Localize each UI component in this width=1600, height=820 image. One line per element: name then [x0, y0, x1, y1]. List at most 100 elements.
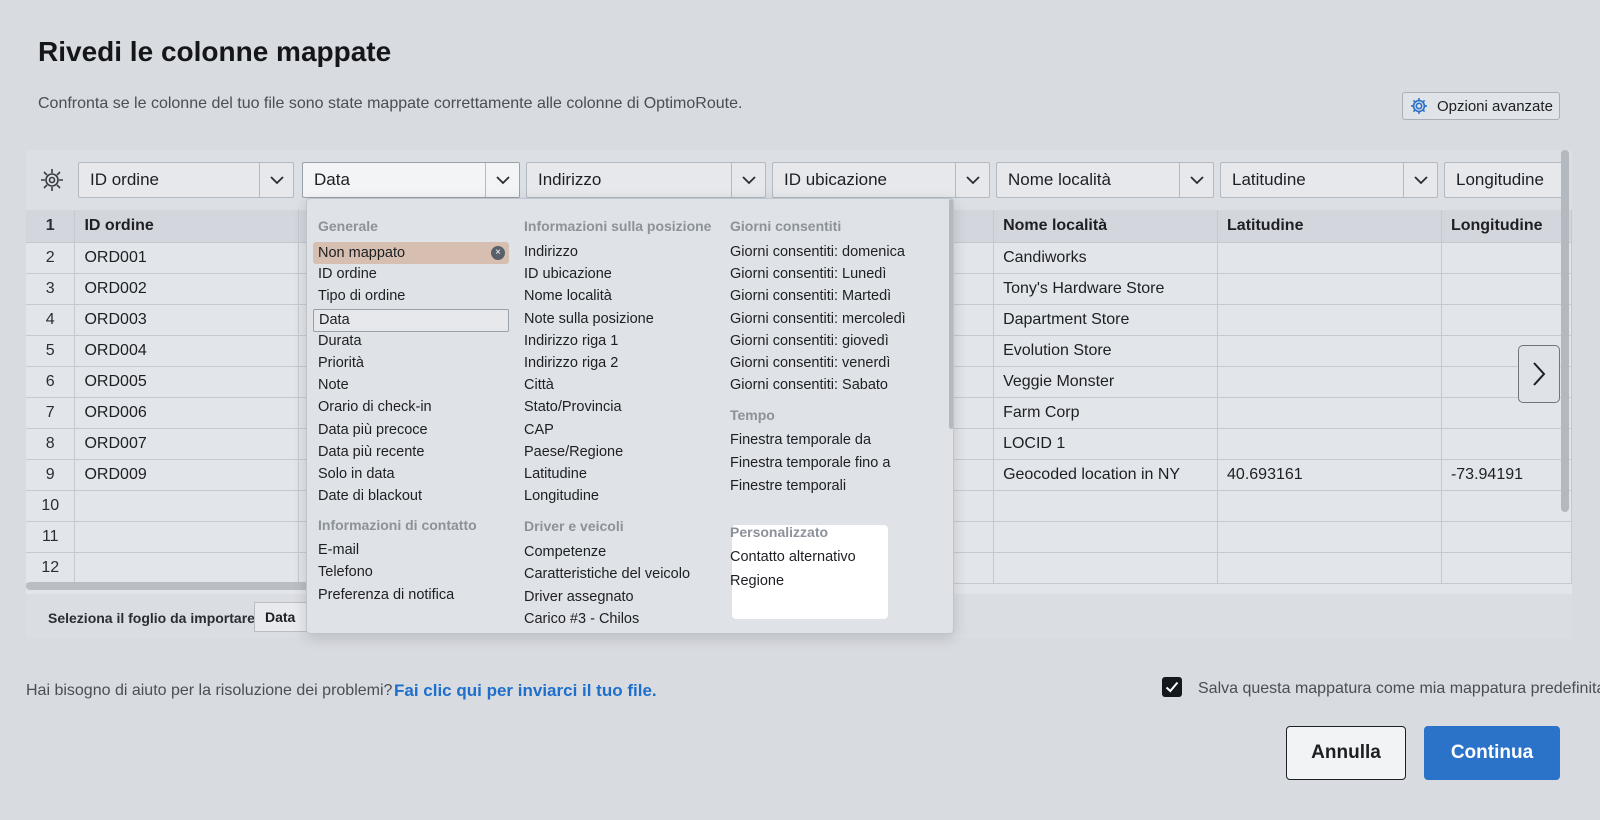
dropdown-option[interactable]: Date di blackout [318, 488, 422, 504]
dropdown-option[interactable]: Priorità [318, 355, 364, 371]
table-cell [1441, 490, 1572, 522]
column-select-6[interactable]: Longitudine [1444, 162, 1564, 198]
dropdown-option-label: Data più precoce [318, 421, 428, 438]
dropdown-option[interactable]: Data più recente [318, 444, 424, 460]
dropdown-option[interactable]: Competenze [524, 544, 606, 560]
dropdown-option[interactable]: ID ordine [318, 266, 377, 282]
column-select-0[interactable]: ID ordine [78, 162, 294, 198]
dropdown-option[interactable]: ID ubicazione [524, 266, 612, 282]
column-select-1[interactable]: Data [302, 162, 520, 198]
table-cell: Farm Corp [993, 397, 1219, 429]
table-cell: ORD003 [74, 304, 300, 336]
dropdown-option[interactable]: Non mappato × [313, 242, 509, 264]
horizontal-scrollbar[interactable] [26, 582, 326, 590]
table-cell [1217, 304, 1442, 336]
table-cell: ORD001 [74, 242, 300, 274]
column-select-value: Nome località [1008, 170, 1111, 189]
dropdown-option[interactable]: Giorni consentiti: Martedì [730, 288, 891, 304]
dropdown-group-heading: Driver e veicoli [524, 518, 624, 534]
dropdown-option[interactable]: Giorni consentiti: giovedì [730, 333, 889, 349]
dropdown-option[interactable]: Contatto alternativo [730, 549, 856, 565]
dropdown-option[interactable]: CAP [524, 422, 554, 438]
dropdown-option[interactable]: Note [318, 377, 349, 393]
dropdown-option[interactable]: Città [524, 377, 554, 393]
dropdown-option[interactable]: Finestre temporali [730, 478, 846, 494]
table-cell [1217, 273, 1442, 305]
table-cell: Candiworks [993, 242, 1219, 274]
dropdown-option[interactable]: Stato/Provincia [524, 399, 622, 415]
sheet-tab-data[interactable]: Data [254, 602, 314, 632]
dropdown-option[interactable]: Driver assegnato [524, 589, 634, 605]
gear-icon [1411, 98, 1427, 114]
dropdown-option[interactable]: Paese/Regione [524, 444, 623, 460]
dropdown-option[interactable]: Indirizzo riga 2 [524, 355, 618, 371]
dropdown-group-heading: Informazioni di contatto [318, 517, 477, 533]
dropdown-option[interactable]: Giorni consentiti: domenica [730, 244, 905, 260]
table-cell [1217, 242, 1442, 274]
row-number: 4 [26, 304, 76, 336]
dropdown-option[interactable]: Data [313, 308, 509, 332]
dropdown-option[interactable]: Latitudine [524, 466, 587, 482]
dropdown-option[interactable]: Giorni consentiti: venerdì [730, 355, 890, 371]
dropdown-option-label: Giorni consentiti: venerdì [730, 355, 891, 371]
table-cell: ORD004 [74, 335, 300, 367]
save-mapping-checkbox[interactable] [1162, 677, 1182, 697]
table-cell [1441, 304, 1572, 336]
chevron-down-icon [1179, 163, 1213, 197]
dropdown-option[interactable]: Solo in data [318, 466, 395, 482]
continue-button[interactable]: Continua [1424, 726, 1560, 780]
table-cell [1217, 552, 1442, 584]
dropdown-option[interactable]: Orario di check-in [318, 399, 432, 415]
dropdown-option[interactable]: Giorni consentiti: Sabato [730, 377, 888, 393]
dropdown-option-label: Driver assegnato [524, 588, 634, 605]
dropdown-option[interactable]: Data più precoce [318, 422, 428, 438]
dropdown-option[interactable]: Indirizzo [524, 244, 578, 260]
dropdown-option[interactable]: Note sulla posizione [524, 311, 654, 327]
advanced-options-button[interactable]: Opzioni avanzate [1402, 92, 1560, 120]
dropdown-option[interactable]: Preferenza di notifica [318, 587, 454, 603]
dropdown-option-label: Giorni consentiti: mercoledì [730, 310, 906, 327]
dropdown-option-label: Orario di check-in [318, 399, 432, 416]
column-select-2[interactable]: Indirizzo [526, 162, 766, 198]
column-select-4[interactable]: Nome località [996, 162, 1214, 198]
dropdown-option[interactable]: Tipo di ordine [318, 288, 405, 304]
cancel-button[interactable]: Annulla [1286, 726, 1406, 780]
dropdown-option-label: Nome località [524, 288, 612, 305]
dropdown-option-label: Note [318, 377, 349, 394]
dropdown-option[interactable]: Telefono [318, 564, 373, 580]
dropdown-option[interactable]: Durata [318, 333, 362, 349]
dropdown-option[interactable]: Giorni consentiti: Lunedì [730, 266, 886, 282]
clear-icon[interactable]: × [491, 246, 505, 260]
dropdown-option[interactable]: Finestra temporale fino a [730, 455, 890, 471]
row-number: 11 [26, 521, 76, 553]
dropdown-option[interactable]: Carico #3 - Chilos [524, 611, 639, 627]
send-file-link[interactable]: Fai clic qui per inviarci il tuo file. [394, 681, 657, 701]
vertical-scrollbar[interactable] [1561, 150, 1569, 512]
dropdown-option-label: ID ubicazione [524, 266, 612, 283]
dropdown-option-label: E-mail [318, 542, 360, 558]
save-mapping-label: Salva questa mappatura come mia mappatur… [1198, 680, 1600, 697]
field-mapping-dropdown: Generale Non mappato × ID ordine Tipo di ord… [306, 198, 954, 634]
dropdown-option[interactable]: E-mail [318, 542, 359, 558]
table-cell [993, 490, 1219, 522]
table-cell [1217, 490, 1442, 522]
column-select-5[interactable]: Latitudine [1220, 162, 1438, 198]
dropdown-option-label: Solo in data [318, 466, 395, 482]
dropdown-option[interactable]: Caratteristiche del veicolo [524, 566, 690, 582]
table-cell [1441, 521, 1572, 553]
table-cell: Veggie Monster [993, 366, 1219, 398]
row-number: 9 [26, 459, 76, 491]
column-select-3[interactable]: ID ubicazione [772, 162, 990, 198]
sheet-select-label: Seleziona il foglio da importare: [48, 610, 260, 626]
dropdown-scrollbar[interactable] [949, 199, 953, 429]
dropdown-option[interactable]: Nome località [524, 288, 612, 304]
row-number: 10 [26, 490, 76, 522]
dropdown-option[interactable]: Giorni consentiti: mercoledì [730, 311, 906, 327]
dropdown-option[interactable]: Regione [730, 573, 784, 589]
next-columns-button[interactable] [1518, 345, 1560, 403]
dropdown-option[interactable]: Indirizzo riga 1 [524, 333, 618, 349]
settings-corner-icon[interactable] [36, 164, 68, 196]
dropdown-option[interactable]: Finestra temporale da [730, 432, 871, 448]
dropdown-option[interactable]: Longitudine [524, 488, 599, 504]
dropdown-option-label: Città [524, 377, 554, 394]
